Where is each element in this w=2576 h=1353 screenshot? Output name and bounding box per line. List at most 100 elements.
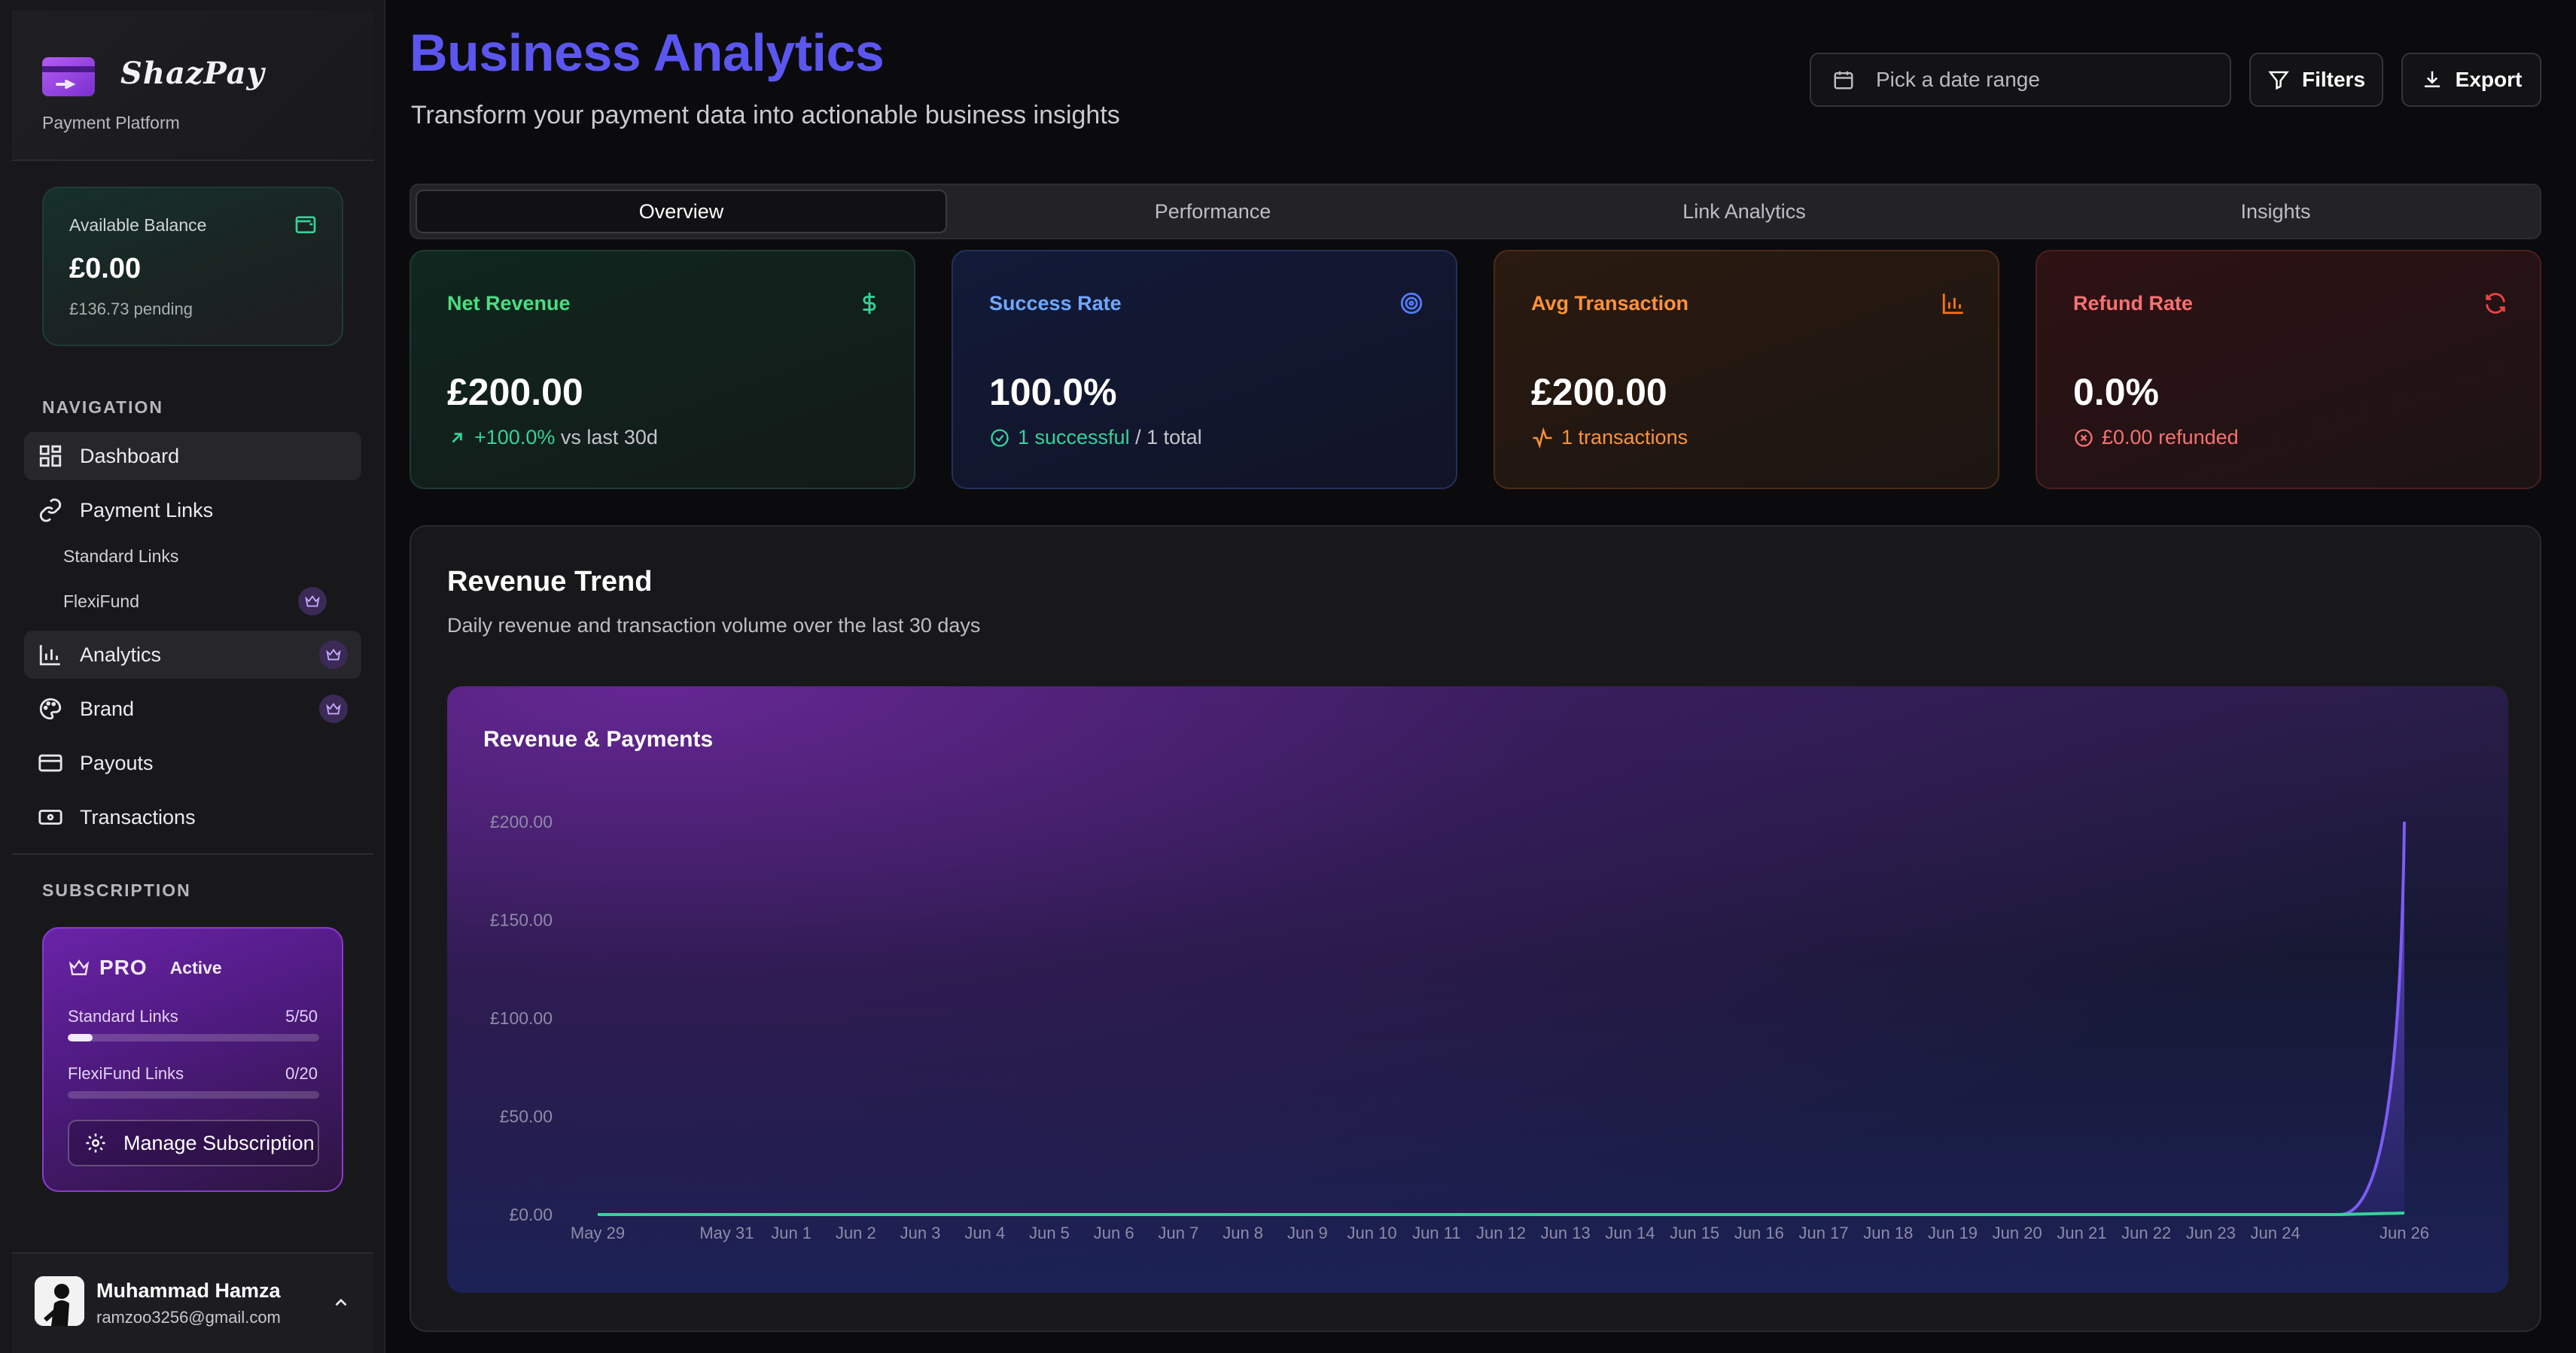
x-tick-label: Jun 22 bbox=[2121, 1224, 2171, 1242]
brand-tagline: Payment Platform bbox=[42, 113, 180, 132]
sidebar-item-payouts[interactable]: Payouts bbox=[24, 739, 361, 787]
revenue-chart-panel: Revenue & Payments £0.00 £50.00 £100.00 £15… bbox=[447, 686, 2508, 1293]
sidebar-item-label: Payment Links bbox=[80, 498, 214, 521]
x-tick-label: Jun 11 bbox=[1412, 1224, 1460, 1242]
sidebar-item-label: Transactions bbox=[80, 805, 196, 829]
manage-subscription-button[interactable]: Manage Subscription bbox=[68, 1120, 319, 1166]
metric-detail: 1 successful / 1 total bbox=[989, 426, 1202, 449]
credit-card-icon bbox=[38, 750, 63, 776]
x-tick-label: Jun 18 bbox=[1863, 1224, 1913, 1242]
x-tick-label: Jun 21 bbox=[2057, 1224, 2106, 1242]
metric-detail-value: 1 transactions bbox=[1561, 426, 1688, 448]
tab-link-analytics[interactable]: Link Analytics bbox=[1478, 190, 2010, 233]
brand-name: ShazPay bbox=[120, 56, 265, 91]
x-tick-label: Jun 2 bbox=[836, 1224, 876, 1242]
y-tick-label: £200.00 bbox=[490, 812, 553, 832]
tab-insights[interactable]: Insights bbox=[2010, 190, 2541, 233]
metric-value: 0.0% bbox=[2073, 371, 2159, 413]
quota-label-standard: Standard Links bbox=[68, 1007, 178, 1026]
balance-card: Available Balance £0.00 £136.73 pending bbox=[42, 187, 343, 346]
arrow-up-right-icon bbox=[452, 432, 462, 442]
quota-bar-standard bbox=[68, 1034, 319, 1041]
metric-detail: 1 transactions bbox=[1531, 426, 1688, 449]
metric-detail: £0.00 refunded bbox=[2073, 426, 2239, 449]
activity-icon bbox=[1533, 427, 1552, 448]
balance-pending: £136.73 pending bbox=[69, 299, 193, 318]
sidebar-item-brand[interactable]: Brand bbox=[24, 685, 361, 733]
settings-icon bbox=[86, 1133, 105, 1153]
sidebar-item-analytics[interactable]: Analytics bbox=[24, 631, 361, 679]
metric-label: Refund Rate bbox=[2073, 292, 2194, 315]
quota-bar-flexifund bbox=[68, 1091, 319, 1099]
metric-value: 100.0% bbox=[989, 371, 1117, 413]
tab-performance[interactable]: Performance bbox=[947, 190, 1478, 233]
metric-label: Success Rate bbox=[989, 292, 1122, 315]
sidebar-item-standard-links[interactable]: Standard Links bbox=[63, 546, 178, 567]
calendar-icon bbox=[1834, 71, 1853, 90]
refund-rate-card: Refund Rate 0.0% £0.00 refunded bbox=[2036, 250, 2541, 489]
sidebar-item-transactions[interactable]: Transactions bbox=[24, 793, 361, 841]
filters-button[interactable]: Filters bbox=[2249, 53, 2383, 107]
x-tick-label: Jun 7 bbox=[1159, 1224, 1199, 1242]
analytics-tabs: Overview Performance Link Analytics Insi… bbox=[410, 184, 2541, 239]
plan-name: PRO bbox=[99, 956, 148, 979]
user-email: ramzoo3256@gmail.com bbox=[96, 1308, 281, 1327]
x-tick-label: Jun 26 bbox=[2380, 1224, 2429, 1242]
x-tick-label: Jun 16 bbox=[1734, 1224, 1784, 1242]
x-tick-label: Jun 17 bbox=[1799, 1224, 1849, 1242]
date-range-input[interactable] bbox=[1876, 68, 2192, 92]
filter-icon bbox=[2268, 71, 2289, 90]
x-tick-label: Jun 9 bbox=[1287, 1224, 1328, 1242]
page-title: Business Analytics bbox=[410, 23, 885, 82]
sidebar-item-label: Analytics bbox=[80, 643, 162, 666]
avatar bbox=[35, 1276, 84, 1326]
revenue-trend-title: Revenue Trend bbox=[447, 566, 653, 597]
brand-header: ShazPay Payment Platform bbox=[12, 11, 373, 161]
metric-detail-text: / 1 total bbox=[1129, 426, 1202, 448]
user-menu[interactable]: Muhammad Hamza ramzoo3256@gmail.com bbox=[12, 1252, 373, 1353]
chevron-up-icon bbox=[335, 1298, 347, 1306]
revenue-area bbox=[598, 822, 2404, 1215]
x-tick-label: Jun 6 bbox=[1094, 1224, 1134, 1242]
export-button[interactable]: Export bbox=[2401, 53, 2541, 107]
tab-overview[interactable]: Overview bbox=[416, 190, 947, 233]
user-name: Muhammad Hamza bbox=[96, 1279, 281, 1302]
quota-label-flexifund: FlexiFund Links bbox=[68, 1064, 184, 1083]
metric-change-value: +100.0% bbox=[474, 426, 556, 448]
x-tick-label: Jun 19 bbox=[1928, 1224, 1978, 1242]
x-tick-label: Jun 1 bbox=[771, 1224, 811, 1242]
subscription-heading: SUBSCRIPTION bbox=[42, 880, 191, 900]
sidebar-item-payment-links[interactable]: Payment Links bbox=[24, 486, 361, 534]
date-range-picker[interactable] bbox=[1810, 53, 2231, 107]
navigation-heading: NAVIGATION bbox=[42, 397, 163, 417]
page-subtitle: Transform your payment data into actiona… bbox=[411, 101, 1120, 129]
bar-chart-icon bbox=[38, 642, 63, 667]
logo-icon bbox=[42, 57, 95, 96]
grid-icon bbox=[38, 443, 63, 469]
sidebar: ShazPay Payment Platform Available Balan… bbox=[0, 0, 385, 1353]
x-tick-label: Jun 23 bbox=[2186, 1224, 2236, 1242]
banknote-icon bbox=[38, 804, 63, 830]
y-tick-label: £150.00 bbox=[490, 911, 553, 930]
crown-icon bbox=[298, 587, 327, 616]
revenue-chart: £0.00 £50.00 £100.00 £150.00 £200.00 May 29 Ma… bbox=[490, 812, 2429, 1242]
sidebar-item-flexifund[interactable]: FlexiFund bbox=[63, 591, 139, 612]
dollar-icon bbox=[863, 292, 876, 315]
x-tick-label: May 31 bbox=[699, 1224, 754, 1242]
metric-detail-value: £0.00 refunded bbox=[2102, 426, 2239, 448]
sidebar-item-label: Brand bbox=[80, 697, 135, 720]
x-tick-label: Jun 24 bbox=[2251, 1224, 2300, 1242]
filters-label: Filters bbox=[2301, 68, 2366, 91]
metric-label: Avg Transaction bbox=[1531, 292, 1689, 315]
plan-row: PRO Active bbox=[68, 956, 222, 980]
sidebar-divider bbox=[12, 853, 373, 855]
net-revenue-card: Net Revenue £200.00 +100.0% vs last 30d bbox=[410, 250, 915, 489]
crown-icon bbox=[69, 959, 90, 975]
crown-icon bbox=[319, 695, 348, 723]
sidebar-item-dashboard[interactable]: Dashboard bbox=[24, 432, 361, 480]
manage-subscription-label: Manage Subscription bbox=[123, 1131, 315, 1154]
balance-label: Available Balance bbox=[69, 215, 207, 235]
x-tick-label: May 29 bbox=[571, 1224, 625, 1242]
export-label: Export bbox=[2455, 68, 2523, 91]
x-tick-label: Jun 3 bbox=[900, 1224, 941, 1242]
